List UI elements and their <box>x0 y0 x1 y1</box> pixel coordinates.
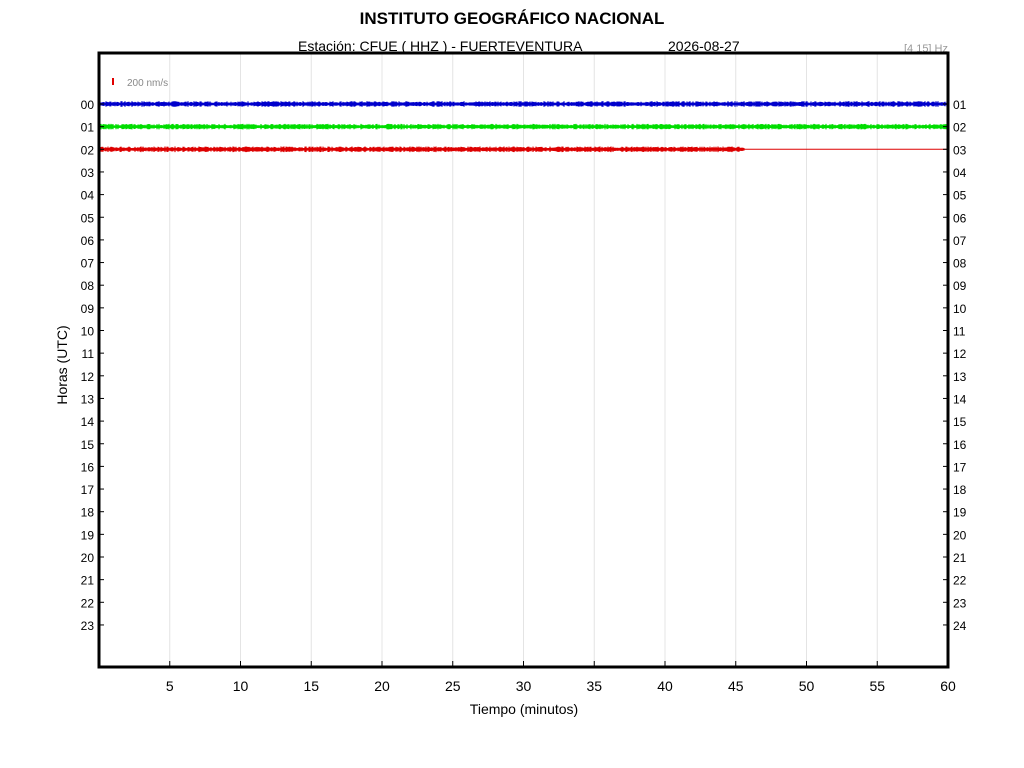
y-tick-label-right: 23 <box>953 596 967 610</box>
y-tick-label-right: 07 <box>953 234 967 248</box>
y-tick-label-right: 08 <box>953 257 967 271</box>
y-tick-label-right: 14 <box>953 392 967 406</box>
y-tick-label-right: 21 <box>953 551 967 565</box>
y-tick-label-right: 20 <box>953 528 967 542</box>
y-axis-label: Horas (UTC) <box>54 325 70 405</box>
y-tick-label-right: 06 <box>953 211 967 225</box>
scale-bar-label: 200 nm/s <box>127 78 168 89</box>
y-tick-label-left: 01 <box>81 121 95 135</box>
y-tick-label-right: 10 <box>953 302 967 316</box>
y-tick-label-right: 04 <box>953 166 967 180</box>
x-tick-label: 60 <box>940 678 956 694</box>
y-tick-label-left: 10 <box>81 325 95 339</box>
y-tick-label-left: 06 <box>81 234 95 248</box>
x-tick-label: 45 <box>728 678 744 694</box>
y-tick-label-left: 18 <box>81 506 95 520</box>
y-tick-label-left: 04 <box>81 189 95 203</box>
y-tick-label-right: 05 <box>953 189 967 203</box>
x-tick-label: 40 <box>657 678 673 694</box>
y-tick-label-left: 11 <box>82 347 95 361</box>
y-tick-label-left: 15 <box>81 438 95 452</box>
x-tick-label: 20 <box>374 678 390 694</box>
y-tick-label-right: 02 <box>953 121 967 135</box>
y-tick-label-left: 22 <box>81 596 95 610</box>
x-tick-label: 30 <box>516 678 532 694</box>
y-tick-label-left: 13 <box>81 392 95 406</box>
y-tick-label-left: 09 <box>81 302 95 316</box>
x-tick-label: 15 <box>303 678 319 694</box>
grid-layer <box>169 53 878 667</box>
y-tick-label-left: 19 <box>81 528 95 542</box>
y-tick-label-right: 01 <box>953 98 967 112</box>
y-tick-label-left: 00 <box>81 98 95 112</box>
y-tick-label-left: 23 <box>81 619 95 633</box>
y-tick-label-left: 07 <box>81 257 95 271</box>
y-tick-label-right: 13 <box>953 370 967 384</box>
y-tick-label-left: 12 <box>81 370 95 384</box>
y-tick-label-left: 21 <box>81 574 95 588</box>
y-tick-label-left: 16 <box>81 460 95 474</box>
y-tick-label-left: 17 <box>81 483 95 497</box>
x-tick-label: 5 <box>166 678 174 694</box>
y-tick-label-right: 22 <box>953 574 967 588</box>
x-tick-label: 50 <box>799 678 815 694</box>
seismogram-plot: 5 10 15 20 25 30 35 40 45 50 55 60 00 01 02 03 04 05 06 07 0… <box>81 51 967 694</box>
y-tick-label-right: 12 <box>953 347 967 361</box>
y-tick-label-left: 14 <box>81 415 95 429</box>
x-tick-label: 10 <box>233 678 249 694</box>
x-tick-label: 55 <box>869 678 885 694</box>
y-tick-label-right: 19 <box>953 506 967 520</box>
y-tick-label-left: 02 <box>81 143 95 157</box>
x-tick-label: 25 <box>445 678 461 694</box>
y-tick-label-left: 05 <box>81 211 95 225</box>
y-tick-label-right: 24 <box>953 619 967 633</box>
y-tick-label-right: 17 <box>953 460 967 474</box>
y-tick-label-right: 15 <box>953 415 967 429</box>
x-axis-label: Tiempo (minutos) <box>469 701 579 717</box>
y-tick-label-left: 03 <box>81 166 95 180</box>
y-tick-label-left: 20 <box>81 551 95 565</box>
y-tick-label-right: 18 <box>953 483 967 497</box>
y-tick-label-left: 08 <box>81 279 95 293</box>
y-tick-label-right: 11 <box>953 325 966 339</box>
y-tick-label-right: 03 <box>953 143 967 157</box>
y-tick-label-right: 16 <box>953 438 967 452</box>
scale-bar: 200 nm/s <box>112 78 168 89</box>
x-tick-label: 35 <box>586 678 602 694</box>
y-tick-label-right: 09 <box>953 279 967 293</box>
